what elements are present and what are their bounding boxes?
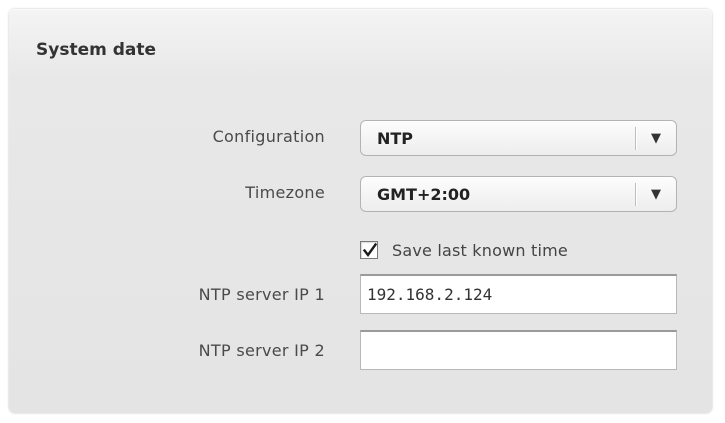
ntp-server-2-label: NTP server IP 2	[198, 341, 325, 360]
checkmark-icon	[362, 242, 378, 258]
timezone-label: Timezone	[245, 183, 325, 202]
panel-title: System date	[36, 40, 157, 60]
chevron-down-icon: ▼	[651, 131, 661, 146]
configuration-select[interactable]: NTP ▼	[360, 120, 677, 156]
select-divider	[635, 127, 636, 150]
system-date-panel: System date Configuration NTP ▼ Timezone…	[9, 9, 712, 413]
timezone-selected-value: GMT+2:00	[377, 185, 471, 204]
save-last-known-time-option[interactable]: Save last known time	[360, 238, 568, 262]
save-last-known-time-checkbox[interactable]	[360, 241, 378, 259]
ntp-server-1-label: NTP server IP 1	[198, 285, 325, 304]
configuration-selected-value: NTP	[377, 129, 414, 148]
chevron-down-icon: ▼	[651, 187, 661, 202]
select-divider	[635, 183, 636, 206]
ntp-server-2-input[interactable]	[360, 330, 677, 370]
ntp-server-1-input[interactable]	[360, 274, 677, 314]
configuration-label: Configuration	[212, 127, 325, 146]
save-last-known-time-label: Save last known time	[392, 240, 568, 260]
timezone-select[interactable]: GMT+2:00 ▼	[360, 176, 677, 212]
